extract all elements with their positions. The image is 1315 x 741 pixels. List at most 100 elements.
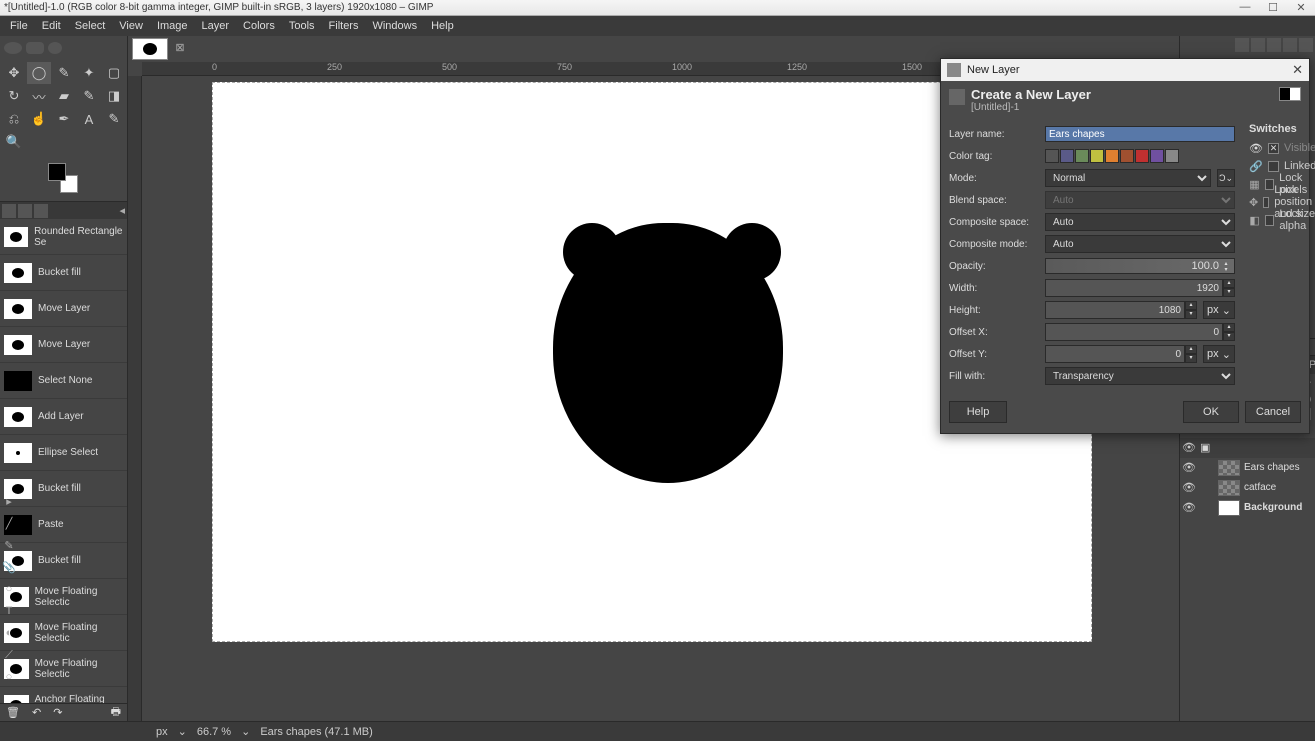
height-input[interactable] xyxy=(1045,301,1185,319)
path-tool-icon[interactable]: ✒ xyxy=(52,108,76,130)
color-tag-swatch[interactable] xyxy=(1105,149,1119,163)
composite-mode-select[interactable]: Auto xyxy=(1045,235,1235,253)
mode-reset-icon[interactable]: Ɔ⌄ xyxy=(1217,169,1235,187)
document-close-icon[interactable]: ⊠ xyxy=(172,41,188,57)
minimize-button[interactable]: — xyxy=(1235,1,1255,14)
color-tag-swatch[interactable] xyxy=(1075,149,1089,163)
menu-windows[interactable]: Windows xyxy=(366,18,423,34)
free-select-icon[interactable]: ✎ xyxy=(52,62,76,84)
mode-select[interactable]: Normal xyxy=(1045,169,1211,187)
strip-path-icon[interactable]: ⟋ xyxy=(2,648,16,662)
color-tag-swatch[interactable] xyxy=(1090,149,1104,163)
history-item[interactable]: Add Layer xyxy=(0,399,127,435)
switch-checkbox[interactable] xyxy=(1268,161,1279,172)
chevron-down-icon[interactable]: ⌄ xyxy=(241,725,250,738)
strip-clip-icon[interactable]: 📎 xyxy=(2,560,16,574)
fuzzy-select-icon[interactable]: ✦ xyxy=(77,62,101,84)
color-picker-icon[interactable]: ✎ xyxy=(102,108,126,130)
visibility-toggle-icon[interactable]: 👁 xyxy=(1182,441,1196,454)
menu-edit[interactable]: Edit xyxy=(36,18,67,34)
history-item[interactable]: Move Floating Selectic xyxy=(0,579,127,615)
strip-misc-icon[interactable]: ○ xyxy=(2,670,16,684)
chevron-down-icon[interactable]: ⌄ xyxy=(178,725,187,738)
foreground-swatch[interactable] xyxy=(48,163,66,181)
layer-group-row[interactable]: 👁 ▣ xyxy=(1180,438,1315,458)
switch-checkbox[interactable] xyxy=(1265,179,1274,190)
status-zoom[interactable]: 66.7 % xyxy=(197,726,231,738)
switch-checkbox[interactable]: ✕ xyxy=(1268,143,1279,154)
document-tab[interactable] xyxy=(132,38,168,60)
visibility-toggle-icon[interactable]: 👁 xyxy=(1182,481,1196,494)
warp-tool-icon[interactable]: 〰 xyxy=(27,85,51,107)
tool-options-tab-icon[interactable] xyxy=(18,204,32,218)
layer-row[interactable]: 👁Ears chapes xyxy=(1180,458,1315,478)
menu-image[interactable]: Image xyxy=(151,18,194,34)
menu-filters[interactable]: Filters xyxy=(323,18,365,34)
blend-space-select[interactable]: Auto xyxy=(1045,191,1235,209)
pencil-tool-icon[interactable]: ✎ xyxy=(77,85,101,107)
fill-with-select[interactable]: Transparency xyxy=(1045,367,1235,385)
menu-help[interactable]: Help xyxy=(425,18,460,34)
history-redo-icon[interactable]: ↷ xyxy=(53,706,62,719)
dialog-close-icon[interactable]: ✕ xyxy=(1292,62,1303,78)
color-tag-swatch[interactable] xyxy=(1060,149,1074,163)
close-button[interactable]: ✕ xyxy=(1291,1,1311,14)
text-tool-icon[interactable]: A xyxy=(77,108,101,130)
brushes-tab-icon[interactable] xyxy=(34,204,48,218)
rotate-tool-icon[interactable]: ↻ xyxy=(2,85,26,107)
help-button[interactable]: Help xyxy=(949,401,1007,423)
menu-file[interactable]: File xyxy=(4,18,34,34)
color-tag-swatch[interactable] xyxy=(1165,149,1179,163)
dialog-titlebar[interactable]: New Layer ✕ xyxy=(941,59,1309,81)
history-item[interactable]: Bucket fill xyxy=(0,255,127,291)
size-unit-select[interactable]: px⌄ xyxy=(1203,301,1235,319)
strip-line-icon[interactable]: ╱ xyxy=(2,516,16,530)
undo-history-tab-icon[interactable] xyxy=(2,204,16,218)
clone-tool-icon[interactable]: ⎌ xyxy=(2,108,26,130)
status-unit[interactable]: px xyxy=(156,726,168,738)
color-swatches[interactable] xyxy=(48,163,78,193)
history-item[interactable]: Rounded Rectangle Se xyxy=(0,219,127,255)
zoom-tool-icon[interactable]: 🔍 xyxy=(2,131,26,153)
crop-tool-icon[interactable]: ▢ xyxy=(102,62,126,84)
color-tag-swatch[interactable] xyxy=(1135,149,1149,163)
history-undo-icon[interactable]: ↶ xyxy=(32,706,41,719)
offset-y-input[interactable] xyxy=(1045,345,1185,363)
history-item[interactable]: Bucket fill xyxy=(0,543,127,579)
history-item[interactable]: Bucket fill xyxy=(0,471,127,507)
panel-menu-icon[interactable]: ◂ xyxy=(119,204,125,217)
history-item[interactable]: Select None xyxy=(0,363,127,399)
opacity-slider[interactable]: 100.0 ▴▾ xyxy=(1045,258,1235,274)
strip-text-icon[interactable]: T xyxy=(2,604,16,618)
move-tool-icon[interactable]: ✥ xyxy=(2,62,26,84)
ellipse-select-icon[interactable]: ◯ xyxy=(27,62,51,84)
strip-circle-icon[interactable]: ○ xyxy=(2,582,16,596)
history-item[interactable]: Move Layer xyxy=(0,327,127,363)
maximize-button[interactable]: ☐ xyxy=(1263,1,1283,14)
dock-tab-icon[interactable] xyxy=(1235,38,1249,52)
layer-row[interactable]: 👁Background xyxy=(1180,498,1315,518)
ok-button[interactable]: OK xyxy=(1183,401,1239,423)
dock-tab-icon[interactable] xyxy=(1267,38,1281,52)
history-clear-icon[interactable]: 🗑 xyxy=(6,706,20,719)
offset-x-input[interactable] xyxy=(1045,323,1223,341)
switch-checkbox[interactable] xyxy=(1265,215,1274,226)
menu-colors[interactable]: Colors xyxy=(237,18,281,34)
menu-select[interactable]: Select xyxy=(69,18,112,34)
history-item[interactable]: Paste xyxy=(0,507,127,543)
width-input[interactable] xyxy=(1045,279,1223,297)
color-tag-swatch[interactable] xyxy=(1045,149,1059,163)
layer-name-input[interactable] xyxy=(1045,126,1235,142)
cancel-button[interactable]: Cancel xyxy=(1245,401,1301,423)
color-tag-swatch[interactable] xyxy=(1120,149,1134,163)
dock-tab-icon[interactable] xyxy=(1299,38,1313,52)
menu-layer[interactable]: Layer xyxy=(196,18,236,34)
strip-arrow-icon[interactable]: ▸ xyxy=(2,494,16,508)
visibility-toggle-icon[interactable]: 👁 xyxy=(1182,501,1196,514)
history-item[interactable]: Ellipse Select xyxy=(0,435,127,471)
menu-view[interactable]: View xyxy=(113,18,149,34)
switch-checkbox[interactable] xyxy=(1263,197,1269,208)
history-item[interactable]: Move Floating Selectic xyxy=(0,615,127,651)
history-item[interactable]: Move Floating Selectic xyxy=(0,651,127,687)
history-item[interactable]: Move Layer xyxy=(0,291,127,327)
